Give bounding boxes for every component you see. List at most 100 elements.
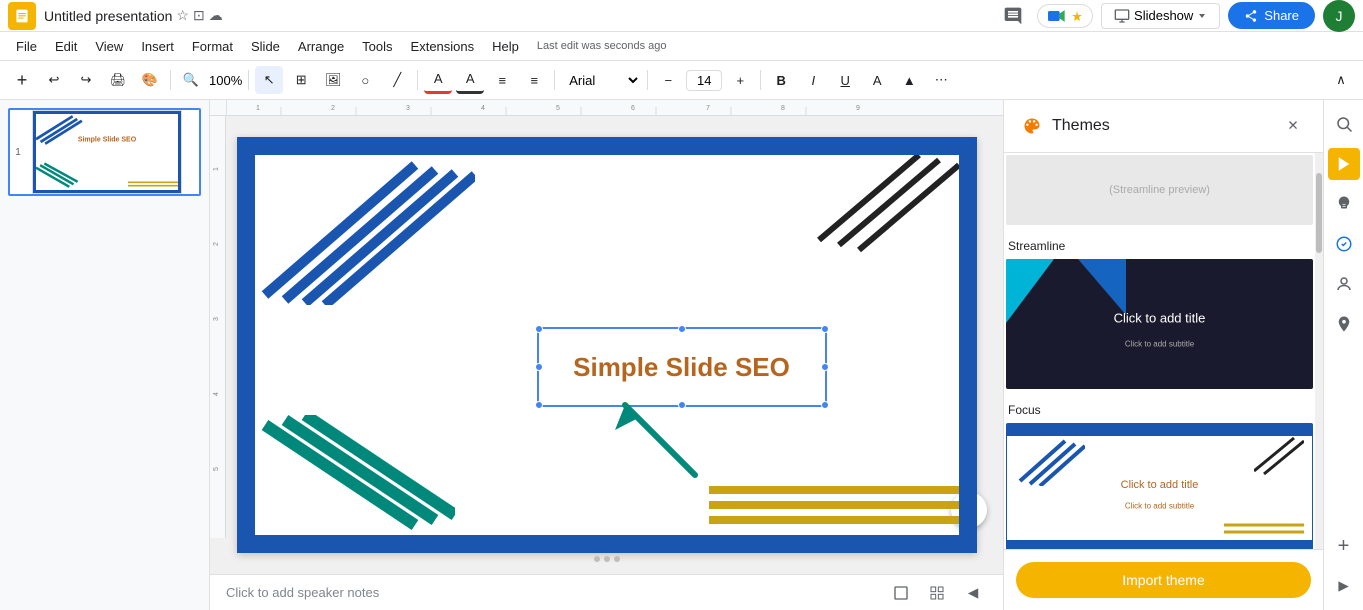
import-theme-button[interactable]: Import theme [1016, 562, 1311, 598]
notes-placeholder[interactable]: Click to add speaker notes [226, 585, 379, 600]
menu-tools[interactable]: Tools [354, 35, 400, 58]
expand-strip-button[interactable]: ▶ [1328, 570, 1360, 602]
font-size-increase[interactable]: + [726, 66, 754, 94]
font-size-decrease[interactable]: − [654, 66, 682, 94]
align-right-button[interactable]: ≡ [520, 66, 548, 94]
handle-middleright[interactable] [821, 363, 829, 371]
handle-topleft[interactable] [535, 325, 543, 333]
zoom-out-button[interactable]: 🔍 [177, 66, 205, 94]
undo-button[interactable]: ↩ [40, 66, 68, 94]
slide-canvas[interactable]: Simple Slide SEO [237, 137, 977, 553]
theme-streamline[interactable]: (Streamline preview) [1004, 153, 1315, 227]
menu-slide[interactable]: Slide [243, 35, 288, 58]
shift-theme-subtitle: Click to add subtitle [1125, 501, 1194, 510]
shape-tool[interactable]: ○ [351, 66, 379, 94]
deco-topleft [255, 155, 475, 305]
svg-text:8: 8 [781, 105, 785, 112]
tasks-button[interactable] [1328, 228, 1360, 260]
redo-button[interactable]: ↪ [72, 66, 100, 94]
presentation-title[interactable]: Untitled presentation [44, 8, 172, 24]
zoom-level: 100% [209, 73, 242, 88]
add-addon-button[interactable]: + [1328, 530, 1360, 562]
handle-bottomleft[interactable] [535, 401, 543, 409]
comment-button[interactable] [997, 0, 1029, 32]
palette-icon [1020, 114, 1044, 138]
paint-button[interactable]: 🎨 [136, 66, 164, 94]
add-button[interactable]: + [8, 66, 36, 94]
text-color-button[interactable]: A [863, 66, 891, 94]
focus-theme-title: Click to add title [1114, 310, 1206, 325]
streamline-preview: (Streamline preview) [1109, 184, 1210, 196]
ideas-button[interactable] [1328, 188, 1360, 220]
svg-text:4: 4 [481, 105, 485, 112]
menu-edit[interactable]: Edit [47, 35, 85, 58]
menu-insert[interactable]: Insert [133, 35, 182, 58]
slide-number: 1 [10, 147, 26, 158]
top-bar: Untitled presentation ☆ ⊡ ☁ Slideshow Sh… [0, 0, 1363, 32]
slideshow-button[interactable]: Slideshow [1101, 3, 1220, 29]
underline-button[interactable]: U [831, 66, 859, 94]
cloud-icon[interactable]: ☁ [209, 7, 223, 24]
image-tool[interactable]: 🖼 [319, 66, 347, 94]
arrow-decoration [605, 395, 705, 485]
slide-panel: 1 Simple Slide SEO [0, 100, 210, 610]
font-size-value[interactable]: 14 [686, 70, 722, 91]
more-options-button[interactable]: ⋯ [927, 66, 955, 94]
menu-format[interactable]: Format [184, 35, 241, 58]
canvas-wrapper[interactable]: 1 2 3 4 5 [210, 116, 1003, 574]
font-family-select[interactable]: Arial [561, 70, 641, 91]
speaker-notes-bar[interactable]: Click to add speaker notes ◀ [210, 574, 1003, 610]
fill-color-button[interactable]: A [424, 66, 452, 94]
themes-close-button[interactable]: ✕ [1279, 112, 1307, 140]
app-icon [8, 2, 36, 30]
print-button[interactable]: 🖨 [104, 66, 132, 94]
slide-thumbnail-1[interactable]: 1 Simple Slide SEO [8, 108, 201, 196]
border-color-button[interactable]: A [456, 66, 484, 94]
cursor-tool[interactable]: ↖ [255, 66, 283, 94]
themes-scrollbar-thumb[interactable] [1316, 173, 1322, 253]
maps-button[interactable] [1328, 308, 1360, 340]
menu-extensions[interactable]: Extensions [403, 35, 483, 58]
star-icon[interactable]: ☆ [176, 7, 189, 24]
svg-text:5: 5 [213, 467, 220, 471]
slideshow-strip-button[interactable] [1328, 148, 1360, 180]
themes-scrollbar[interactable] [1315, 153, 1323, 549]
meet-button[interactable] [1037, 4, 1093, 28]
theme-focus[interactable]: Click to add title Click to add subtitle [1004, 257, 1315, 391]
slide-preview: Simple Slide SEO [32, 110, 182, 194]
explore-button[interactable] [1328, 108, 1360, 140]
notes-collapse[interactable]: ◀ [959, 579, 987, 607]
share-button[interactable]: Share [1228, 2, 1315, 29]
focus-theme-subtitle: Click to add subtitle [1125, 339, 1194, 348]
themes-footer: Import theme [1004, 549, 1323, 610]
theme-shift[interactable]: Click to add title Click to add subtitle [1004, 421, 1315, 549]
handle-top[interactable] [678, 325, 686, 333]
folder-icon[interactable]: ⊡ [193, 7, 205, 24]
collapse-toolbar-button[interactable]: ∧ [1327, 66, 1355, 94]
handle-bottomright[interactable] [821, 401, 829, 409]
notes-view-grid[interactable] [923, 579, 951, 607]
highlight-button[interactable]: ▲ [895, 66, 923, 94]
contacts-button[interactable] [1328, 268, 1360, 300]
svg-text:2: 2 [213, 242, 220, 246]
italic-button[interactable]: I [799, 66, 827, 94]
menu-view[interactable]: View [87, 35, 131, 58]
deco-bottomright [709, 475, 959, 535]
user-avatar[interactable]: J [1323, 0, 1355, 32]
slide-title-text[interactable]: Simple Slide SEO [573, 352, 790, 383]
line-tool[interactable]: ╱ [383, 66, 411, 94]
main-area: 1 Simple Slide SEO [0, 100, 1363, 610]
handle-topright[interactable] [821, 325, 829, 333]
menu-help[interactable]: Help [484, 35, 527, 58]
handle-middleleft[interactable] [535, 363, 543, 371]
align-left-button[interactable]: ≡ [488, 66, 516, 94]
text-box-tool[interactable]: ⊞ [287, 66, 315, 94]
menu-arrange[interactable]: Arrange [290, 35, 352, 58]
deco-bottomleft [255, 415, 455, 535]
bold-button[interactable]: B [767, 66, 795, 94]
separator-2 [248, 70, 249, 90]
deco-topright [799, 155, 959, 255]
menu-file[interactable]: File [8, 35, 45, 58]
vertical-ruler: 1 2 3 4 5 [210, 116, 226, 538]
notes-view-single[interactable] [887, 579, 915, 607]
